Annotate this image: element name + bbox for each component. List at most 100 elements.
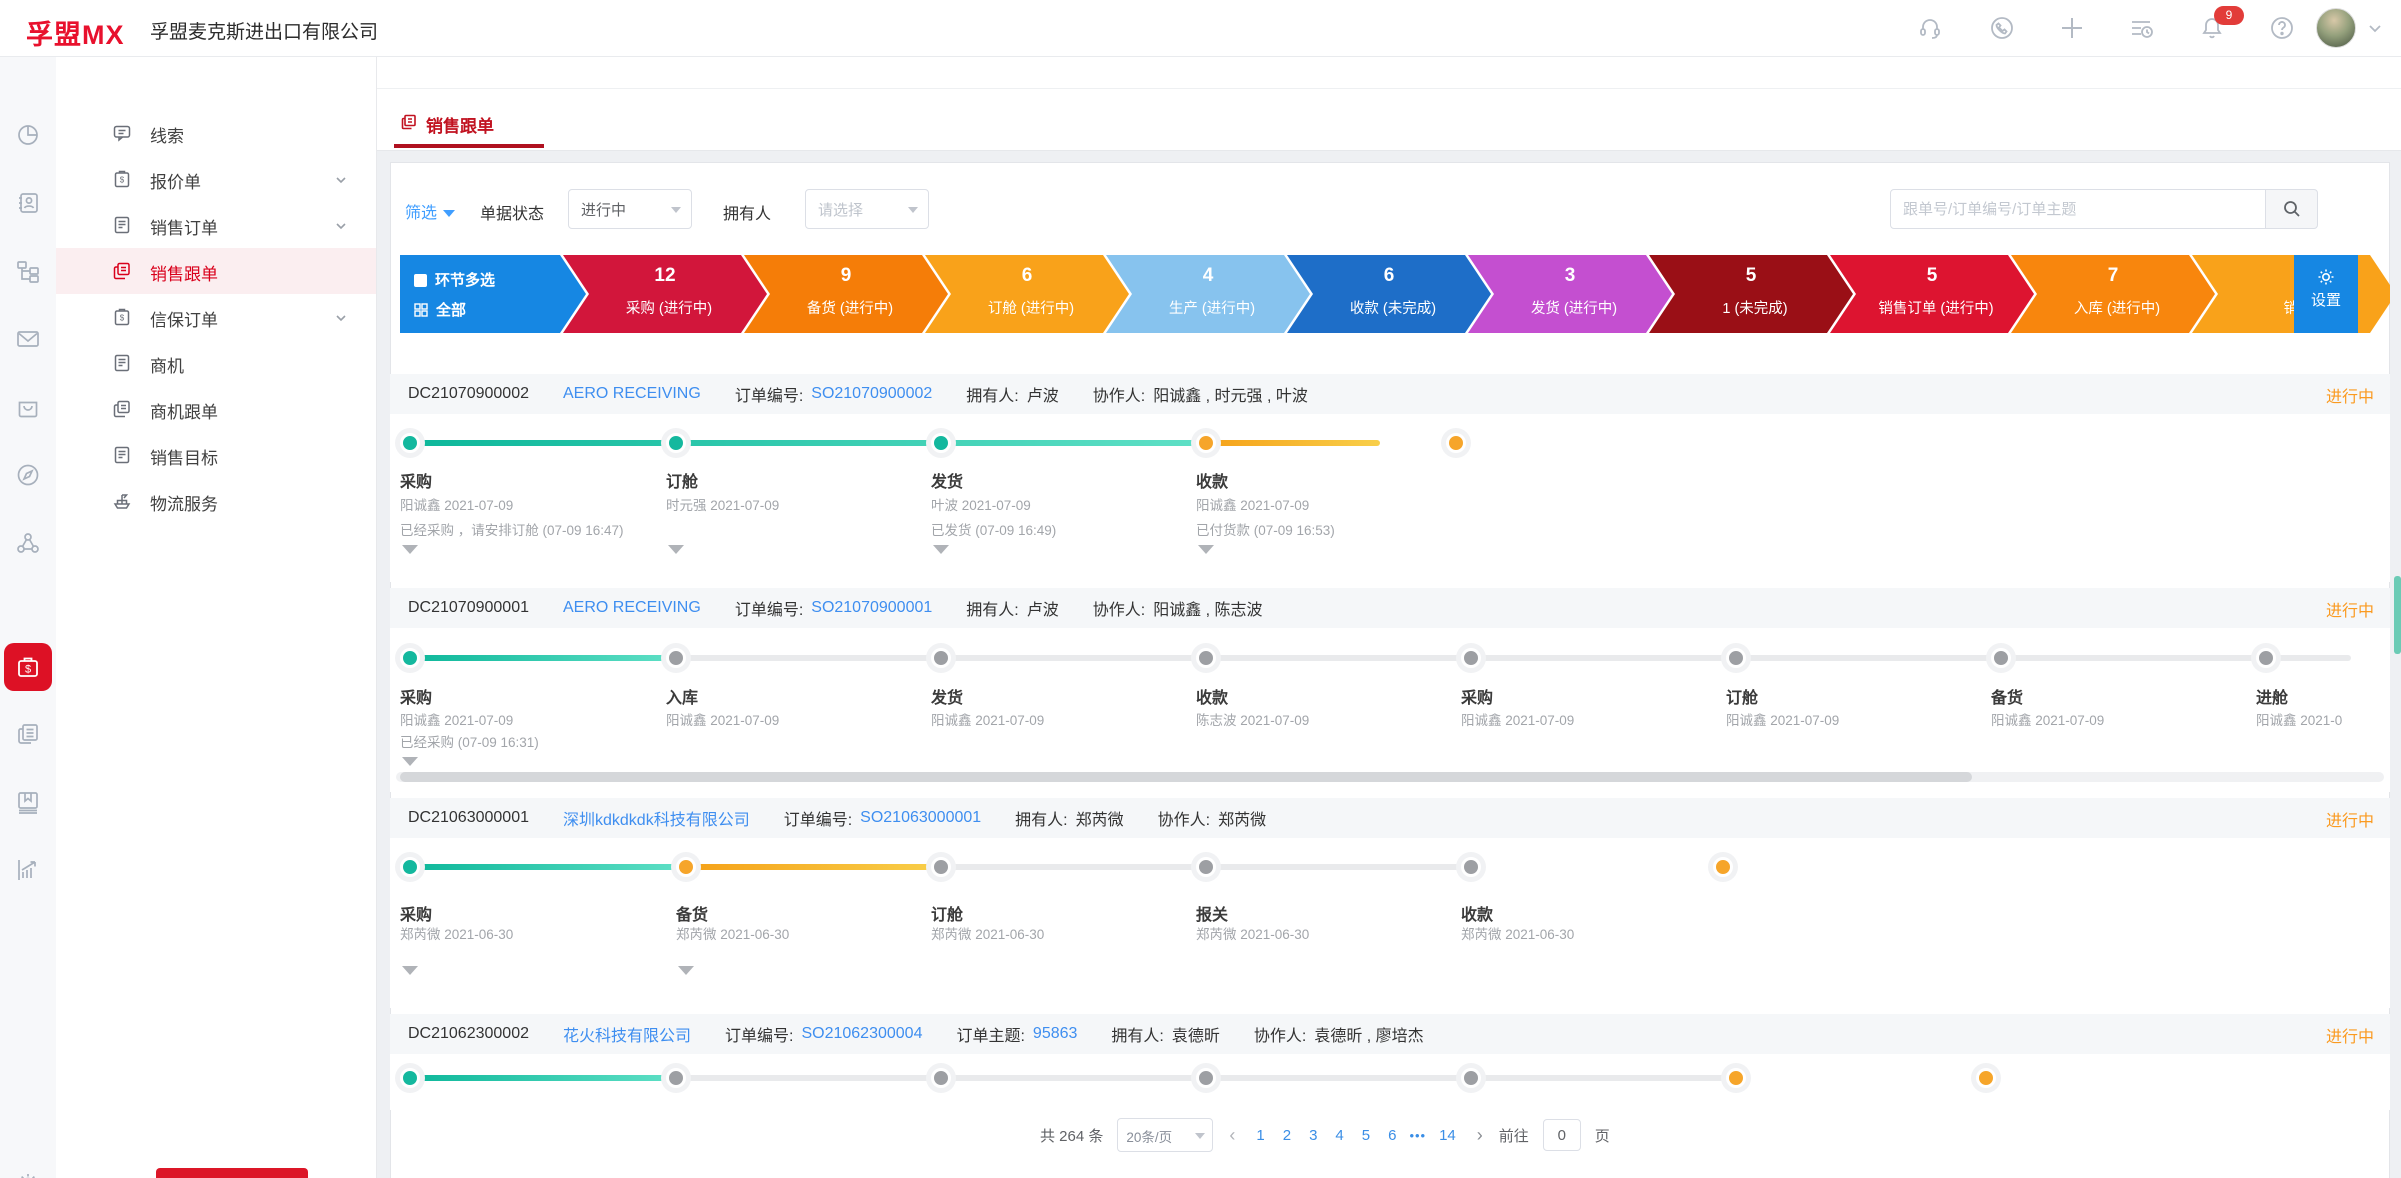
search-button[interactable] [2265, 189, 2318, 229]
select-all-row[interactable]: 全部 [414, 299, 466, 320]
vertical-scrollbar-thumb[interactable] [2394, 576, 2401, 654]
timeline-node-8[interactable] [2256, 648, 2276, 668]
customer-link[interactable]: 深圳kdkdkdk科技有限公司 [563, 806, 750, 830]
sidebar-item-4[interactable]: 销售跟单 [56, 248, 376, 294]
pipeline-step-2[interactable]: 9备货 (进行中) [744, 255, 948, 333]
timeline-node-1[interactable] [400, 648, 420, 668]
page-number-14[interactable]: 14 [1434, 1127, 1461, 1144]
checkbox-icon[interactable] [414, 274, 427, 287]
compass-icon[interactable] [15, 462, 41, 488]
next-page-button[interactable]: › [1475, 1125, 1485, 1146]
sidebar-item-3[interactable]: 销售订单 [56, 202, 376, 248]
timeline-node-5[interactable] [1461, 857, 1481, 877]
timeline-node-5[interactable] [1461, 648, 1481, 668]
multi-select-row[interactable]: 环节多选 [414, 269, 495, 290]
timeline-node-7[interactable] [1976, 1068, 1996, 1088]
pipeline-step-9[interactable]: 7入库 (进行中) [2011, 255, 2215, 333]
sidebar-item-6[interactable]: 商机 [56, 340, 376, 386]
order-no-link[interactable]: SO21070900002 [811, 385, 932, 403]
timeline-node-4[interactable] [1196, 1068, 1216, 1088]
settings-gear-icon[interactable] [15, 1170, 41, 1178]
chart-growth-icon[interactable] [15, 857, 41, 883]
owner-select[interactable]: 请选择 [805, 189, 929, 229]
pipeline-settings-button[interactable]: 设置 [2294, 255, 2358, 333]
timeline-node-1[interactable] [400, 1068, 420, 1088]
timeline-node-3[interactable] [931, 433, 951, 453]
sidebar-item-1[interactable]: 线索 [56, 110, 376, 156]
org-tree-icon[interactable] [15, 258, 41, 284]
plus-icon[interactable] [2058, 14, 2086, 42]
timeline-node-6[interactable] [1726, 1068, 1746, 1088]
timeline-node-3[interactable] [931, 1068, 951, 1088]
pipeline-step-5[interactable]: 6收款 (未完成) [1287, 255, 1491, 333]
sidebar-item-7[interactable]: 商机跟单 [56, 386, 376, 432]
pipeline-step-10[interactable]: 销售 [2192, 255, 2390, 333]
pipeline-step-8[interactable]: 5销售订单 (进行中) [1830, 255, 2034, 333]
share-network-icon[interactable] [15, 530, 41, 556]
sidebar-item-5[interactable]: $信保订单 [56, 294, 376, 340]
mail-icon[interactable] [15, 326, 41, 352]
customer-link[interactable]: 花火科技有限公司 [563, 1022, 691, 1046]
horizontal-scrollbar-thumb[interactable] [400, 772, 1972, 782]
pie-chart-icon[interactable] [15, 122, 41, 148]
expand-arrow-icon[interactable] [668, 545, 684, 554]
pipeline-step-1[interactable]: 12采购 (进行中) [563, 255, 767, 333]
prev-page-button[interactable]: ‹ [1227, 1125, 1237, 1146]
chevron-down-icon[interactable] [2366, 20, 2394, 48]
pipeline-step-6[interactable]: 3发货 (进行中) [1468, 255, 1672, 333]
page-ellipsis[interactable]: ••• [1409, 1128, 1426, 1143]
sidebar-item-8[interactable]: 销售目标 [56, 432, 376, 478]
search-input[interactable] [1890, 189, 2266, 229]
documents-icon[interactable] [15, 721, 41, 747]
page-number-1[interactable]: 1 [1251, 1127, 1269, 1144]
sidebar-item-2[interactable]: $报价单 [56, 156, 376, 202]
customer-link[interactable]: AERO RECEIVING [563, 385, 701, 403]
goto-page-input[interactable] [1543, 1119, 1581, 1151]
timeline-node-4[interactable] [1196, 433, 1216, 453]
page-number-6[interactable]: 6 [1383, 1127, 1401, 1144]
order-no-link[interactable]: SO21062300004 [801, 1025, 922, 1043]
expand-arrow-icon[interactable] [1198, 545, 1214, 554]
address-book-icon[interactable] [15, 190, 41, 216]
timeline-node-5[interactable] [1446, 433, 1466, 453]
order-no-link[interactable]: SO21063000001 [860, 809, 981, 827]
timeline-node-3[interactable] [931, 857, 951, 877]
pipeline-step-4[interactable]: 4生产 (进行中) [1106, 255, 1310, 333]
page-number-5[interactable]: 5 [1357, 1127, 1375, 1144]
expand-arrow-icon[interactable] [402, 545, 418, 554]
timeline-node-1[interactable] [400, 433, 420, 453]
shopping-bag-icon[interactable] [15, 394, 41, 420]
expand-arrow-icon[interactable] [933, 545, 949, 554]
timeline-node-1[interactable] [400, 857, 420, 877]
bell-icon[interactable]: 9 [2198, 14, 2226, 42]
timeline-node-2[interactable] [666, 433, 686, 453]
page-size-select[interactable]: 20条/页 [1117, 1118, 1213, 1152]
timeline-node-4[interactable] [1196, 857, 1216, 877]
history-icon[interactable] [2128, 14, 2156, 42]
recycle-bin-button[interactable]: 回收站 [156, 1168, 308, 1178]
brand-logo[interactable]: 孚盟MX [26, 13, 125, 52]
timeline-node-7[interactable] [1991, 648, 2011, 668]
pipeline-step-3[interactable]: 6订舱 (进行中) [925, 255, 1129, 333]
sales-briefcase-icon-active[interactable]: $ [4, 643, 52, 691]
timeline-node-6[interactable] [1713, 857, 1733, 877]
timeline-node-2[interactable] [676, 857, 696, 877]
headset-icon[interactable] [1916, 14, 1944, 42]
timeline-node-2[interactable] [666, 648, 686, 668]
help-icon[interactable] [2268, 14, 2296, 42]
page-number-4[interactable]: 4 [1330, 1127, 1348, 1144]
timeline-node-3[interactable] [931, 648, 951, 668]
pipeline-step-7[interactable]: 51 (未完成) [1649, 255, 1853, 333]
expand-arrow-icon[interactable] [402, 966, 418, 975]
horizontal-scrollbar[interactable] [396, 772, 2384, 782]
status-select[interactable]: 进行中 [568, 189, 692, 229]
page-number-3[interactable]: 3 [1304, 1127, 1322, 1144]
expand-arrow-icon[interactable] [678, 966, 694, 975]
customer-link[interactable]: AERO RECEIVING [563, 599, 701, 617]
order-no-link[interactable]: SO21070900001 [811, 599, 932, 617]
sidebar-item-9[interactable]: 物流服务 [56, 478, 376, 524]
timeline-node-6[interactable] [1726, 648, 1746, 668]
subject-link[interactable]: 95863 [1033, 1025, 1078, 1043]
book-icon[interactable] [15, 789, 41, 815]
timeline-node-5[interactable] [1461, 1068, 1481, 1088]
